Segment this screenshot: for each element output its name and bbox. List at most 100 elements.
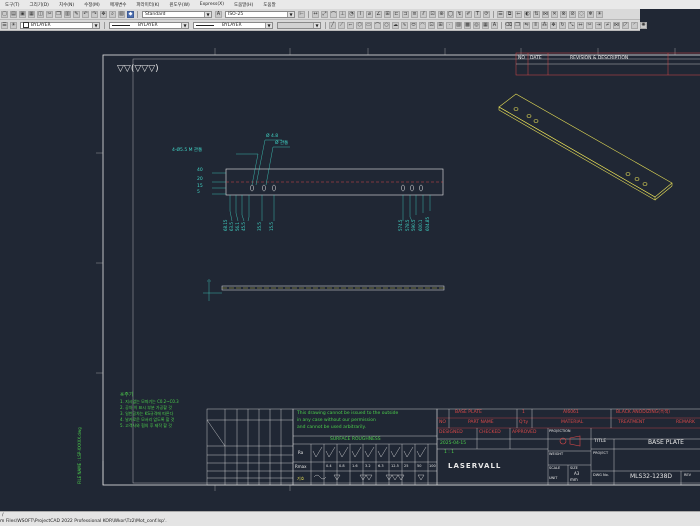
dim-angular-icon[interactable]: ∠: [375, 10, 382, 18]
construction-line-icon[interactable]: ⟋: [338, 21, 345, 29]
plot-style-select[interactable]: ▼: [277, 21, 321, 29]
menu-item-parametric[interactable]: 파라미터(K): [131, 2, 164, 8]
layer-delete-icon[interactable]: ✕: [551, 10, 558, 18]
text-style-select[interactable]: Standard ▼: [142, 10, 212, 18]
table-icon[interactable]: ▦: [482, 21, 489, 29]
menu-item-draw[interactable]: 그리기(D): [25, 2, 54, 8]
new-file-icon[interactable]: ▢: [1, 10, 8, 18]
design-center-icon[interactable]: ◆: [127, 10, 134, 18]
dim-arc-icon[interactable]: ⌒: [330, 10, 337, 18]
dim-update-icon[interactable]: ⟳: [483, 10, 490, 18]
break-icon[interactable]: ⌿: [604, 21, 611, 29]
gradient-icon[interactable]: ▩: [464, 21, 471, 29]
ellipse-icon[interactable]: ⬭: [410, 21, 417, 29]
hatch-icon[interactable]: ▨: [455, 21, 462, 29]
preview-icon[interactable]: ◫: [37, 10, 44, 18]
menu-item-modify[interactable]: 수정(M): [79, 2, 105, 8]
arc-icon[interactable]: ⌒: [374, 21, 381, 29]
copy-icon[interactable]: ❐: [55, 10, 62, 18]
layer-state-icon[interactable]: ⧉: [506, 10, 513, 18]
quick-dim-icon[interactable]: ⊞: [384, 10, 391, 18]
dim-text-edit-icon[interactable]: T: [474, 10, 481, 18]
ellipse-arc-icon[interactable]: ◠: [419, 21, 426, 29]
spline-icon[interactable]: ∿: [401, 21, 408, 29]
layer-light-icon[interactable]: ☀: [10, 21, 17, 29]
menu-item-tools[interactable]: 도구(T): [0, 2, 25, 8]
array-icon[interactable]: ⁂: [541, 21, 548, 29]
layer-unlock-icon[interactable]: ⊘: [569, 10, 576, 18]
menu-item-parameter[interactable]: 매개변수: [105, 2, 132, 8]
menu-item-help-2[interactable]: 도움말: [258, 2, 280, 8]
dim-linear-icon[interactable]: ↔: [312, 10, 319, 18]
point-icon[interactable]: ·: [446, 21, 453, 29]
menu-item-express[interactable]: Express(X): [195, 2, 229, 7]
layer-off-icon[interactable]: ◌: [578, 10, 585, 18]
menu-item-dimension[interactable]: 치수(N): [54, 2, 79, 8]
dim-style-select[interactable]: ISO-25 ▼: [225, 10, 295, 18]
rotate-icon[interactable]: ↻: [559, 21, 566, 29]
paste-icon[interactable]: ▥: [64, 10, 71, 18]
layer-thaw-icon[interactable]: ☀: [596, 10, 603, 18]
move-icon[interactable]: ✥: [550, 21, 557, 29]
join-icon[interactable]: ⋈: [613, 21, 620, 29]
center-mark-icon[interactable]: ⊕: [438, 10, 445, 18]
mirror-icon[interactable]: ⇋: [523, 21, 530, 29]
layer-iso-icon[interactable]: ◐: [524, 10, 531, 18]
open-file-icon[interactable]: ▤: [10, 10, 17, 18]
insert-block-icon[interactable]: ⊡: [428, 21, 435, 29]
copy-object-icon[interactable]: ❐: [514, 21, 521, 29]
dim-ordinate-icon[interactable]: ⊥: [339, 10, 346, 18]
properties-icon[interactable]: ▧: [118, 10, 125, 18]
cloud-icon[interactable]: ☁: [392, 21, 399, 29]
layer-icon[interactable]: ☰: [497, 10, 504, 18]
inspection-icon[interactable]: ◯: [447, 10, 454, 18]
zoom-icon[interactable]: ⌕: [109, 10, 116, 18]
layer-freeze-icon[interactable]: ❄: [587, 10, 594, 18]
offset-icon[interactable]: ⫴: [532, 21, 539, 29]
dim-space-icon[interactable]: ≡: [411, 10, 418, 18]
region-icon[interactable]: ◎: [473, 21, 480, 29]
layer-merge-icon[interactable]: ⋈: [542, 10, 549, 18]
lineweight-select[interactable]: BYLAYER ▼: [193, 21, 273, 29]
dim-diameter-icon[interactable]: ⌀: [366, 10, 373, 18]
make-block-icon[interactable]: ⊞: [437, 21, 444, 29]
dim-edit-icon[interactable]: ✐: [465, 10, 472, 18]
tolerance-icon[interactable]: ⊡: [429, 10, 436, 18]
polygon-icon[interactable]: ⬡: [356, 21, 363, 29]
chamfer-icon[interactable]: ◸: [622, 21, 629, 29]
print-icon[interactable]: ▦: [28, 10, 35, 18]
dim-jogged-icon[interactable]: ⌇: [357, 10, 364, 18]
menu-item-window[interactable]: 윈도우(W): [164, 2, 194, 8]
extend-icon[interactable]: ⇥: [595, 21, 602, 29]
dim-baseline-icon[interactable]: ⊏: [393, 10, 400, 18]
dim-continue-icon[interactable]: ⊐: [402, 10, 409, 18]
circle-icon[interactable]: ○: [383, 21, 390, 29]
command-prompt[interactable]: /: [2, 513, 4, 518]
fillet-icon[interactable]: ◜: [631, 21, 638, 29]
layer-select[interactable]: BYLAYER ▼: [20, 21, 100, 29]
linetype-select[interactable]: BYLAYER ▼: [109, 21, 189, 29]
menu-item-help[interactable]: 도움말(H): [229, 2, 258, 8]
pan-icon[interactable]: ✥: [100, 10, 107, 18]
layer-previous-icon[interactable]: ⇐: [515, 10, 522, 18]
rectangle-icon[interactable]: ▭: [365, 21, 372, 29]
layer-manager-icon[interactable]: ☰: [1, 21, 8, 29]
match-properties-icon[interactable]: ✎: [73, 10, 80, 18]
dim-aligned-icon[interactable]: ⤢: [321, 10, 328, 18]
save-icon[interactable]: ▣: [19, 10, 26, 18]
cut-icon[interactable]: ✂: [46, 10, 53, 18]
polyline-icon[interactable]: ⌐: [347, 21, 354, 29]
explode-icon[interactable]: ✺: [640, 21, 647, 29]
stretch-icon[interactable]: ⇔: [577, 21, 584, 29]
scale-icon[interactable]: ⤡: [568, 21, 575, 29]
trim-icon[interactable]: ✂: [586, 21, 593, 29]
dim-radius-icon[interactable]: ◔: [348, 10, 355, 18]
dim-style-icon[interactable]: ⊢: [298, 10, 305, 18]
line-icon[interactable]: ╱: [329, 21, 336, 29]
redo-icon[interactable]: ↷: [91, 10, 98, 18]
jogged-linear-icon[interactable]: ↯: [456, 10, 463, 18]
dim-break-icon[interactable]: ⫽: [420, 10, 427, 18]
layer-lock-icon[interactable]: ⊗: [560, 10, 567, 18]
drawing-canvas[interactable]: NO DATE REVISION & DESCRIPTION ▽▽(▽▽▽) 4…: [0, 31, 700, 511]
mtext-icon[interactable]: A: [491, 21, 498, 29]
